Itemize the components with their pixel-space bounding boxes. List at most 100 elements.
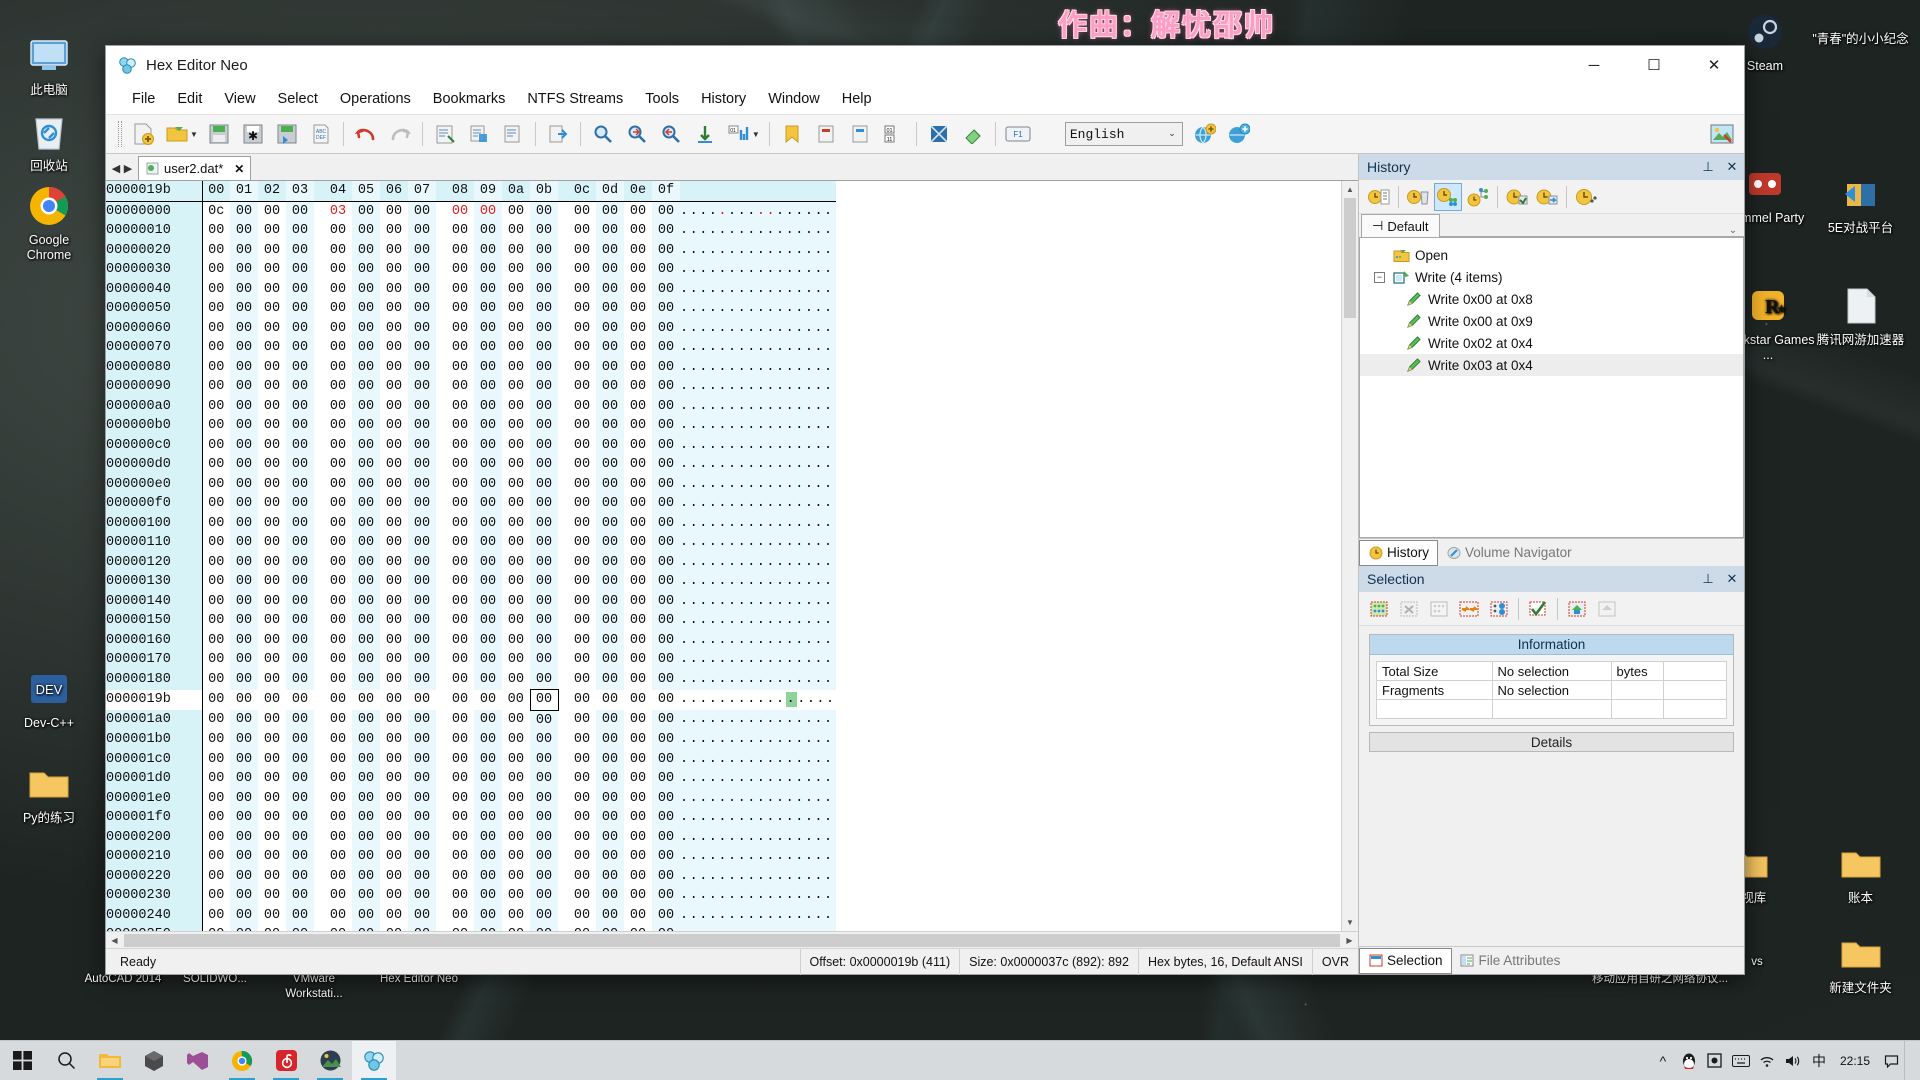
vertical-scroll-thumb[interactable] [1344,198,1356,318]
find-icon[interactable] [587,118,619,150]
chrome-button[interactable] [220,1041,264,1080]
desktop-icon-vmware[interactable]: VMware Workstati... [265,972,363,1002]
checkmark-icon[interactable] [1524,595,1552,623]
save-as-icon[interactable]: ✱ [237,118,269,150]
menu-help[interactable]: Help [831,87,883,111]
netease-music-button[interactable] [264,1041,308,1080]
scroll-up-button[interactable]: ▲ [1342,181,1358,198]
desktop-icon-chrome[interactable]: Google Chrome [6,182,92,263]
scroll-down-button[interactable]: ▼ [1342,914,1358,931]
desktop-icon-tencent-accelerator[interactable]: 腾讯网游加速器 [1808,282,1913,348]
show-hidden-icons-button[interactable]: ^ [1650,1041,1676,1080]
select-all-icon[interactable] [1365,595,1393,623]
desktop-icon-youth-memory[interactable]: "青春"的小小纪念 [1808,32,1913,47]
horizontal-scroll-thumb[interactable] [124,934,1340,947]
save-all-icon[interactable] [271,118,303,150]
tab-file-attributes[interactable]: File Attributes [1452,948,1569,974]
search-button[interactable] [44,1041,88,1080]
open-folder-icon[interactable] [161,118,193,150]
goto-icon[interactable] [689,118,721,150]
history-tree-item[interactable]: Write 0x02 at 0x4 [1360,332,1743,354]
notifications-icon[interactable] [1878,1041,1904,1080]
find-next-icon[interactable] [621,118,653,150]
minimize-button[interactable]: ─ [1564,46,1624,84]
menu-file[interactable]: File [121,87,166,111]
close-icon[interactable]: ✕ [234,162,244,176]
move-selection-icon[interactable] [1455,595,1483,623]
hex-horizontal-scrollbar[interactable]: ◀ ▶ [106,931,1358,948]
language-options-icon[interactable] [1223,118,1255,150]
desktop-icon-new-folder[interactable]: 新建文件夹 [1808,930,1913,996]
history-tree-item[interactable]: Write 0x00 at 0x9 [1360,310,1743,332]
maximize-button[interactable]: ☐ [1624,46,1684,84]
tab-volume-navigator[interactable]: Volume Navigator [1438,540,1580,566]
details-header[interactable]: Details [1369,732,1734,752]
menu-history[interactable]: History [690,87,757,111]
status-insert-mode[interactable]: OVR [1312,949,1358,975]
menu-edit[interactable]: Edit [166,87,213,111]
blender-button[interactable] [132,1041,176,1080]
menu-bookmarks[interactable]: Bookmarks [422,87,517,111]
tab-prev-arrow[interactable]: ◀ [110,156,122,180]
selection-range-icon[interactable] [1485,595,1513,623]
cut-icon[interactable] [429,118,461,150]
menu-ntfs-streams[interactable]: NTFS Streams [516,87,634,111]
menu-tools[interactable]: Tools [634,87,690,111]
document-tab-user2dat[interactable]: user2.dat* ✕ [138,156,251,180]
photos-button[interactable] [308,1041,352,1080]
history-subtab-default[interactable]: ⊣ Default [1361,214,1440,237]
history-tree-item[interactable]: Write 0x00 at 0x8 [1360,288,1743,310]
scroll-left-button[interactable]: ◀ [106,932,123,949]
chevron-down-icon[interactable]: ⌄ [1722,225,1744,237]
close-icon[interactable]: ✕ [1720,566,1744,592]
desktop-icon-5e-platform[interactable]: 5E对战平台 [1808,170,1913,236]
eraser-icon[interactable] [957,118,989,150]
history-options-icon[interactable] [1572,183,1600,211]
display-icon[interactable] [1702,1041,1728,1080]
history-tree-item[interactable]: Open [1360,244,1743,266]
pattern-icon[interactable] [923,118,955,150]
redo-icon[interactable] [384,118,416,150]
new-file-icon[interactable] [127,118,159,150]
clipboard-icon[interactable] [810,118,842,150]
add-language-icon[interactable] [1189,118,1221,150]
scroll-right-button[interactable]: ▶ [1341,932,1358,949]
desktop-icon-recycle-bin[interactable]: 回收站 [6,108,92,174]
desktop-icon-ledger[interactable]: 账本 [1808,840,1913,906]
vertical-scroll-track[interactable] [1342,318,1358,914]
history-tree-item[interactable]: Write 0x03 at 0x4 [1360,354,1743,376]
save-icon[interactable] [203,118,235,150]
qq-penguin-icon[interactable] [1676,1041,1702,1080]
bookmark-icon[interactable] [776,118,808,150]
desktop-icon-devcpp[interactable]: DEV Dev-C++ [6,665,92,731]
language-select[interactable]: English ⌄ [1065,122,1183,146]
open-dropdown-arrow[interactable]: ▼ [190,130,198,139]
wifi-icon[interactable] [1754,1041,1780,1080]
history-tree-item[interactable]: −Write (4 items) [1360,266,1743,288]
undo-icon[interactable] [350,118,382,150]
menu-select[interactable]: Select [267,87,329,111]
find-prev-icon[interactable] [655,118,687,150]
pin-icon[interactable]: ⊥ [1696,566,1720,592]
stats-dropdown-arrow[interactable]: ▼ [752,130,760,139]
desktop-icon-computer[interactable]: 此电脑 [6,32,92,98]
keyboard-icon[interactable] [1728,1041,1754,1080]
print-icon[interactable]: ABCDEF [305,118,337,150]
paste-icon[interactable] [497,118,529,150]
file-explorer-button[interactable] [88,1041,132,1080]
tab-next-arrow[interactable]: ▶ [122,156,134,180]
toolbar-grip[interactable] [118,121,122,147]
menu-view[interactable]: View [213,87,266,111]
taskbar-clock[interactable]: 22:15 [1832,1054,1878,1068]
ime-icon[interactable]: 中 [1806,1041,1832,1080]
tab-selection[interactable]: Selection [1359,948,1452,974]
f1-help-icon[interactable]: F1 [1002,118,1034,150]
history-clear-icon[interactable] [1404,183,1432,211]
hex-vertical-scrollbar[interactable]: ▲ ▼ [1341,181,1358,931]
export-icon[interactable] [542,118,574,150]
close-icon[interactable]: ✕ [1720,154,1744,180]
show-desktop-button[interactable] [1904,1041,1914,1080]
binary-icon[interactable]: 0111 [878,118,910,150]
history-save-icon[interactable] [1503,183,1531,211]
image-tool-icon[interactable] [1706,118,1738,150]
